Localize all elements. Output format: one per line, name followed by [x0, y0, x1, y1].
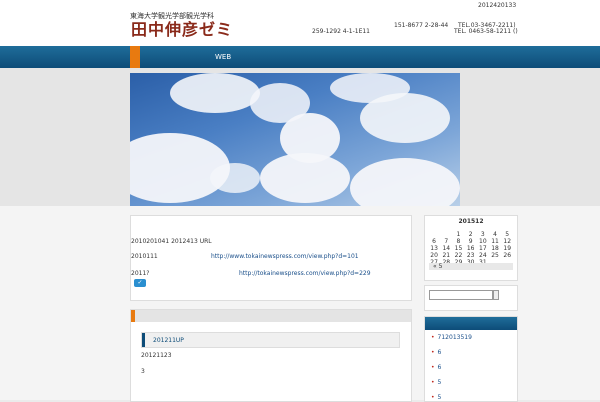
header-top-text: 2012420133	[478, 2, 517, 9]
post-2-heading-text[interactable]: 201211UP	[153, 337, 184, 344]
calendar-day: 24	[479, 252, 487, 259]
nav-item-web[interactable]: WEB	[215, 53, 231, 61]
search-input[interactable]	[429, 290, 493, 300]
sidebar-item[interactable]: • 6	[431, 364, 441, 371]
calendar-day: 25	[491, 252, 499, 259]
calendar-row: 1 2 3 4 5	[428, 231, 514, 238]
calendar-day: 18	[491, 245, 499, 252]
post-1-link-2[interactable]: http://tokainewspress.com/view.php?d=229	[239, 270, 371, 277]
header: 東海大学観光学部観光学科 田中伸彦ゼミ 2012420133 259-1292 …	[0, 0, 600, 46]
calendar-day: 8	[456, 238, 461, 245]
calendar-day: 10	[479, 238, 487, 245]
calendar-day: 23	[466, 252, 475, 259]
bullet-icon: •	[431, 364, 435, 371]
post-2-accent	[131, 310, 135, 322]
post-2-top-bar	[131, 310, 411, 322]
post-2-heading-bar	[142, 333, 145, 347]
twitter-icon[interactable]: ✓	[134, 279, 146, 287]
calendar-day: 26	[503, 252, 512, 259]
search-button[interactable]	[493, 290, 499, 300]
calendar-title: 201512	[458, 218, 484, 225]
post-1: 2010201041 2012413 URL 2010111 http://ww…	[130, 215, 412, 301]
sidebar-item[interactable]: • 6	[431, 349, 441, 356]
calendar-day: 4	[493, 231, 497, 238]
tel-2: TEL. 0463-58-1211 ()	[454, 28, 518, 35]
bullet-icon: •	[431, 334, 435, 341]
calendar-day: 5	[505, 231, 510, 238]
post-2-heading: 201211UP	[141, 332, 400, 348]
calendar-day: 3	[480, 231, 485, 238]
calendar-day: 22	[454, 252, 463, 259]
calendar-day	[428, 231, 440, 238]
post-1-link-1[interactable]: http://www.tokainewspress.com/view.php?d…	[211, 253, 359, 260]
calendar-prev-link[interactable]: « 5	[429, 263, 513, 270]
post-1-line-1: 2010201041 2012413 URL	[131, 238, 212, 245]
calendar-day: 16	[466, 245, 475, 252]
calendar-day: 1	[456, 231, 461, 238]
calendar-row: 13 14 15 16 17 18 19	[428, 245, 514, 252]
address-1: 259-1292 4-1-1E11	[312, 28, 371, 35]
address-2: 151-8677 2-28-44	[394, 22, 449, 29]
calendar-day: 15	[454, 245, 463, 252]
calendar-day: 6	[432, 238, 436, 245]
sidebar-item[interactable]: • 5	[431, 379, 441, 386]
calendar-day: 21	[442, 252, 451, 259]
sidebar-item-label: 712013519	[437, 334, 472, 341]
sidebar-item-label: 6	[437, 349, 442, 356]
calendar-day: 9	[468, 238, 473, 245]
site-title[interactable]: 田中伸彦ゼミ	[131, 16, 233, 40]
calendar-day: 12	[503, 238, 512, 245]
calendar-day	[440, 231, 452, 238]
hero-sky-image	[130, 73, 460, 206]
calendar-day: 13	[430, 245, 438, 252]
sidebar-item[interactable]: • 712013519	[431, 334, 472, 341]
post-2-line-1: 20121123	[141, 352, 172, 359]
calendar-day: 17	[479, 245, 487, 252]
nav-bar: WEB	[0, 46, 600, 68]
sidebar-widget: • 712013519 • 6 • 6 • 5 • 5	[424, 316, 518, 402]
calendar-widget: 201512 1 2 3 4 5 6 7 8 9 10 11 12 13 14 …	[424, 215, 518, 281]
calendar-day: 11	[491, 238, 499, 245]
calendar-grid: 1 2 3 4 5 6 7 8 9 10 11 12 13 14 15 16 1…	[428, 231, 514, 266]
nav-home-accent[interactable]	[130, 46, 140, 68]
bullet-icon: •	[431, 379, 435, 386]
calendar-row: 20 21 22 23 24 25 26	[428, 252, 514, 259]
search-widget	[424, 285, 518, 311]
calendar-row: 6 7 8 9 10 11 12	[428, 238, 514, 245]
sidebar-item-label: 6	[437, 364, 442, 371]
sidebar-header	[425, 317, 517, 330]
calendar-day: 20	[430, 252, 438, 259]
calendar-day: 7	[444, 238, 449, 245]
calendar-day: 19	[503, 245, 512, 252]
bullet-icon: •	[431, 349, 435, 356]
calendar-day: 2	[468, 231, 473, 238]
post-2-line-2: 3	[141, 368, 145, 375]
post-1-line-2: 2010111	[131, 253, 158, 260]
post-2: 201211UP 20121123 3	[130, 309, 412, 402]
post-1-line-3: 2011?	[131, 270, 150, 277]
sidebar-item-label: 5	[437, 379, 442, 386]
calendar-day: 14	[442, 245, 451, 252]
